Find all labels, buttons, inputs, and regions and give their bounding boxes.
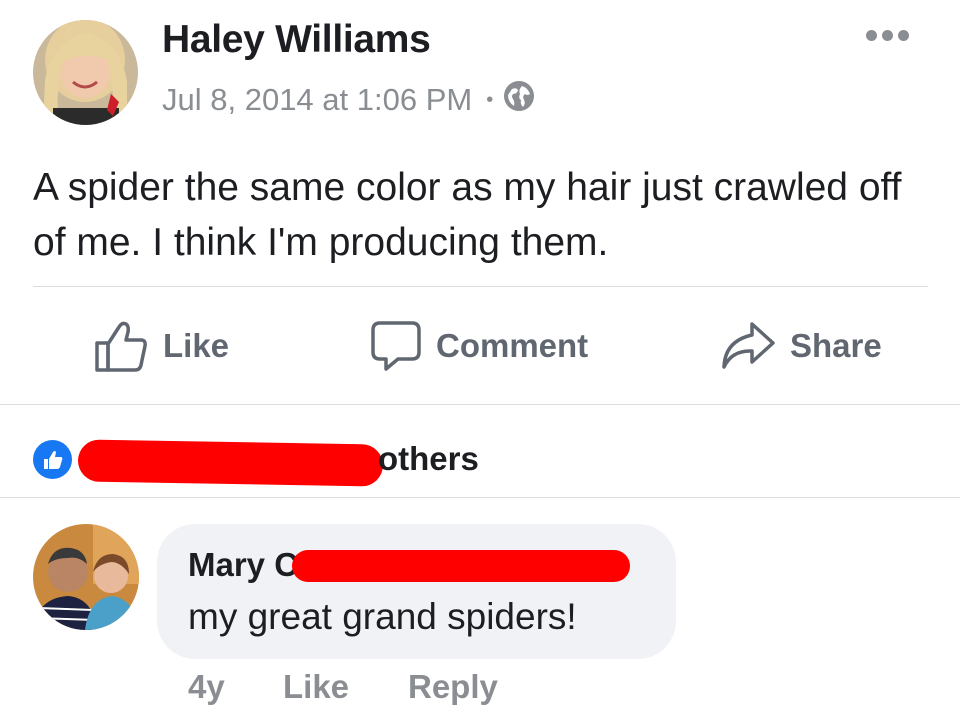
post-timestamp[interactable]: Jul 8, 2014 at 1:06 PM xyxy=(162,82,472,118)
commenter-name[interactable]: Mary C xyxy=(188,546,298,584)
globe-icon xyxy=(503,80,535,120)
author-avatar[interactable] xyxy=(33,20,138,125)
like-label: Like xyxy=(163,327,230,364)
more-dot xyxy=(866,30,877,41)
more-options-button[interactable] xyxy=(866,30,909,41)
redaction-mark xyxy=(77,439,384,487)
post-author-name[interactable]: Haley Williams xyxy=(162,18,431,62)
thumbs-up-icon xyxy=(33,440,72,479)
more-dot xyxy=(882,30,893,41)
comment-age: 4y xyxy=(188,668,225,705)
comment-text: my great grand spiders! xyxy=(188,596,577,637)
share-button[interactable]: Share xyxy=(720,318,882,374)
share-label: Share xyxy=(790,327,882,364)
meta-separator: • xyxy=(486,88,494,111)
like-button[interactable]: Like xyxy=(93,318,229,374)
comment-button[interactable]: Comment xyxy=(370,318,588,374)
divider xyxy=(33,286,928,287)
post-meta: Jul 8, 2014 at 1:06 PM • xyxy=(162,80,535,120)
more-dot xyxy=(898,30,909,41)
commenter-avatar[interactable] xyxy=(33,524,139,630)
divider xyxy=(0,404,960,405)
post-text: A spider the same color as my hair just … xyxy=(33,166,902,264)
share-arrow-icon xyxy=(722,322,775,369)
divider xyxy=(0,497,960,498)
thumbs-up-icon xyxy=(95,321,147,372)
comment-label: Comment xyxy=(436,327,589,364)
comment-reply-button[interactable]: Reply xyxy=(408,668,498,706)
redaction-mark xyxy=(292,550,630,582)
reactions-summary[interactable]: others xyxy=(378,440,479,478)
comment-like-button[interactable]: Like xyxy=(283,668,349,706)
comment-bubble xyxy=(157,524,676,659)
comment-icon xyxy=(371,321,421,371)
